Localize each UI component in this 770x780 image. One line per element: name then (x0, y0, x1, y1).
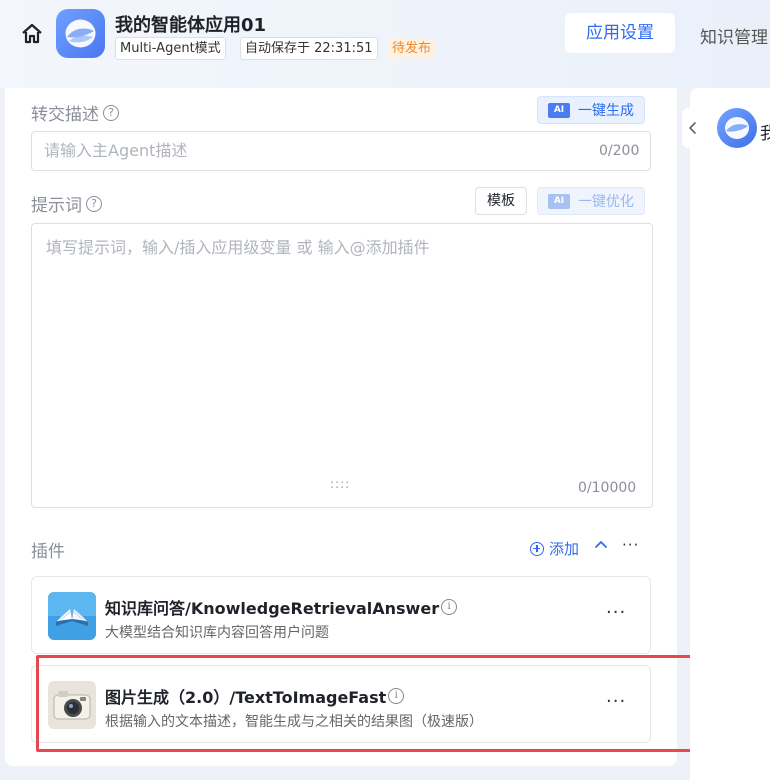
plugin-name: 知识库问答/KnowledgeRetrievalAnswer (105, 599, 440, 618)
add-plugin-label: 添加 (549, 540, 580, 558)
autosave-tag: 自动保存于 22:31:51 (240, 37, 378, 60)
preview-panel (690, 88, 770, 780)
prompt-textarea[interactable]: 填写提示词，输入/插入应用级变量 或 输入@添加插件 (31, 223, 653, 508)
agent-name: 我 (760, 124, 770, 144)
ai-icon: AI (548, 193, 570, 209)
template-button[interactable]: 模板 (475, 187, 527, 215)
home-icon[interactable] (20, 22, 44, 46)
resize-handle-icon[interactable]: :::: (330, 477, 350, 491)
open-book-icon (48, 592, 96, 640)
app-header: 我的智能体应用01 Multi-Agent模式 自动保存于 22:31:51 待… (0, 0, 770, 88)
plus-circle-icon (530, 541, 544, 556)
plugin-name-row: 知识库问答/KnowledgeRetrievalAnswer i (105, 595, 458, 619)
plugin-description: 根据输入的文本描述，智能生成与之相关的结果图（极速版） (105, 714, 483, 730)
camera-icon (48, 681, 96, 729)
app-logo-icon (56, 9, 105, 58)
chevron-up-icon[interactable] (594, 537, 608, 551)
ai-icon: AI (548, 102, 570, 118)
plugins-more-icon[interactable]: ··· (622, 536, 639, 554)
status-badge: 待发布 (387, 37, 437, 60)
tab-app-settings[interactable]: 应用设置 (565, 13, 675, 53)
agent-avatar (717, 108, 757, 148)
add-plugin-button[interactable]: 添加 (530, 538, 579, 559)
ai-generate-button[interactable]: AI 一键生成 (537, 96, 645, 124)
ai-optimize-label: 一键优化 (578, 194, 634, 210)
ai-generate-label: 一键生成 (578, 103, 634, 119)
app-title: 我的智能体应用01 (115, 15, 267, 36)
panel-bottom-gap (0, 766, 677, 780)
plugin-description: 大模型结合知识库内容回答用户问题 (105, 625, 329, 641)
info-icon[interactable]: i (388, 688, 405, 704)
handoff-label: 转交描述 (31, 105, 99, 125)
help-icon[interactable]: ? (86, 195, 102, 212)
prompt-counter: 0/10000 (578, 480, 637, 496)
plugin-card-text-to-image[interactable]: 图片生成（2.0）/TextToImageFast i 根据输入的文本描述，智能… (31, 665, 651, 743)
mode-tag: Multi-Agent模式 (115, 37, 226, 60)
prompt-label: 提示词 (31, 196, 82, 216)
prompt-label-row: 提示词 ? (31, 191, 102, 216)
plugin-more-icon[interactable]: ··· (606, 691, 626, 712)
collapse-left-button[interactable] (682, 108, 704, 148)
plugins-label: 插件 (31, 542, 65, 562)
plugin-more-icon[interactable]: ··· (606, 602, 626, 623)
info-icon[interactable]: i (441, 599, 458, 615)
plugin-card-knowledge-retrieval[interactable]: 知识库问答/KnowledgeRetrievalAnswer i 大模型结合知识… (31, 576, 651, 654)
handoff-counter: 0/200 (599, 143, 640, 159)
plugin-name-row: 图片生成（2.0）/TextToImageFast i (105, 684, 405, 708)
tab-knowledge-management[interactable]: 知识管理 (700, 23, 768, 48)
ai-optimize-button[interactable]: AI 一键优化 (537, 187, 645, 215)
handoff-label-row: 转交描述 ? (31, 100, 119, 125)
plugin-name: 图片生成（2.0）/TextToImageFast (105, 688, 387, 707)
handoff-description-input[interactable]: 请输入主Agent描述 (31, 131, 651, 171)
help-icon[interactable]: ? (103, 104, 119, 121)
